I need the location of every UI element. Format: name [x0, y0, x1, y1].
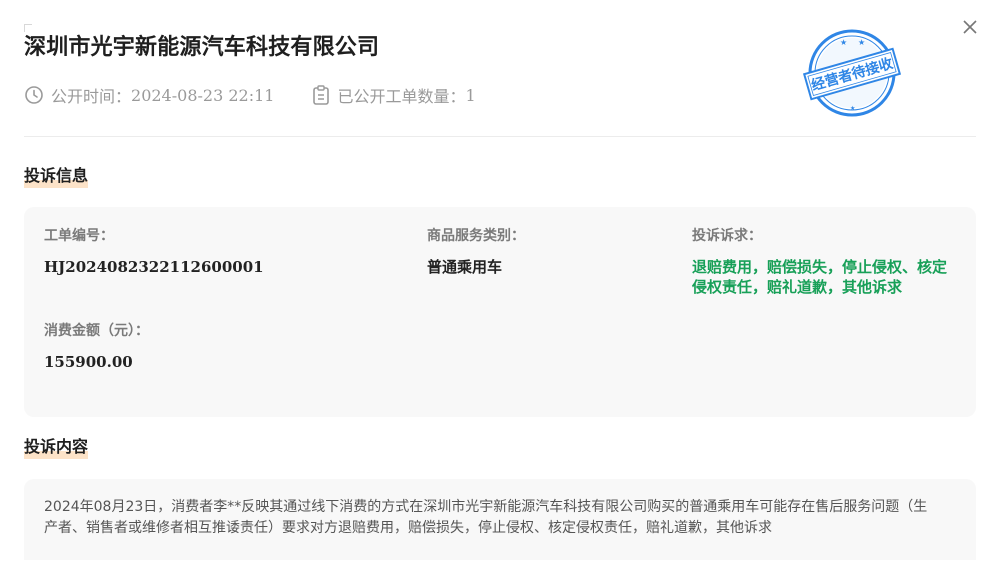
category-label: 商品服务类别：: [427, 228, 525, 244]
meta-row: 公开时间： 2024-08-23 22:11 已公开工单数量： 1: [24, 83, 476, 107]
section-title-complaint-info: 投诉信息: [24, 165, 89, 188]
publish-time: 公开时间： 2024-08-23 22:11: [24, 83, 274, 107]
ticket-no-label: 工单编号：: [44, 228, 114, 244]
status-stamp: ★ ★ ★ 经营者待接收: [800, 28, 904, 118]
appeal-field: 投诉诉求： 退赔费用，赔偿损失，停止侵权、核定侵权责任，赔礼道歉，其他诉求: [692, 226, 956, 297]
category-value: 普通乘用车: [427, 258, 503, 276]
ticket-no-field: 工单编号： HJ2024082322112600001: [44, 226, 264, 277]
appeal-value: 退赔费用，赔偿损失，停止侵权、核定侵权责任，赔礼道歉，其他诉求: [692, 258, 948, 296]
category-field: 商品服务类别： 普通乘用车: [427, 226, 525, 277]
close-icon[interactable]: [963, 20, 977, 34]
close-button[interactable]: [960, 17, 980, 37]
section-title-complaint-content: 投诉内容: [24, 436, 89, 459]
ticket-count: 已公开工单数量： 1: [312, 83, 476, 107]
svg-text:★: ★: [850, 105, 855, 112]
bottom-edge: [0, 560, 1000, 584]
appeal-label: 投诉诉求：: [692, 228, 762, 244]
complaint-info-card: 工单编号： HJ2024082322112600001 商品服务类别： 普通乘用…: [24, 207, 976, 417]
company-name: 深圳市光宇新能源汽车科技有限公司: [24, 35, 380, 60]
complaint-content-text: 2024年08月23日，消费者李**反映其通过线下消费的方式在深圳市光宇新能源汽…: [44, 499, 928, 536]
amount-value: 155900.00: [44, 353, 133, 371]
amount-field: 消费金额（元）： 155900.00: [44, 321, 149, 372]
publish-time-value: 2024-08-23 22:11: [131, 85, 275, 105]
ticket-count-label: 已公开工单数量：: [337, 87, 466, 106]
clipboard-icon: [313, 85, 330, 105]
svg-text:★: ★: [858, 38, 865, 47]
ticket-no-value: HJ2024082322112600001: [44, 258, 264, 276]
corner-mark: [24, 24, 32, 32]
ticket-count-value: 1: [465, 85, 476, 105]
amount-label: 消费金额（元）：: [44, 323, 149, 339]
svg-text:★: ★: [840, 38, 847, 47]
publish-time-label: 公开时间：: [51, 87, 132, 106]
header-divider: [24, 136, 976, 137]
clock-icon: [25, 86, 43, 104]
complaint-content-card: 2024年08月23日，消费者李**反映其通过线下消费的方式在深圳市光宇新能源汽…: [24, 479, 976, 560]
